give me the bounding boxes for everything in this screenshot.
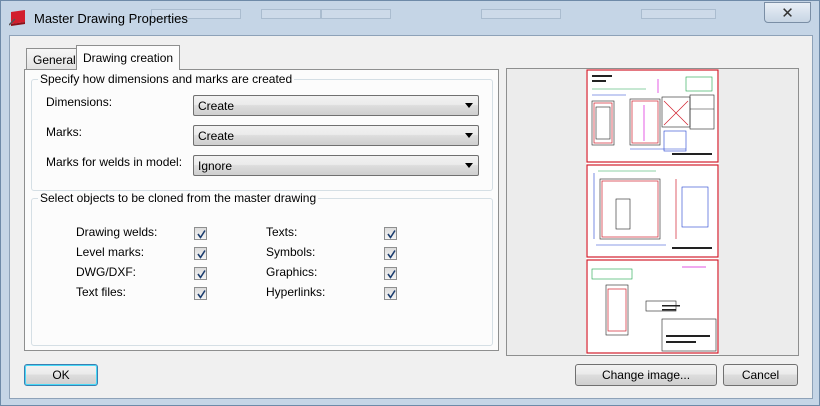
cancel-button[interactable]: Cancel [723,364,798,386]
checkmark-icon [387,290,396,299]
creation-options-group: Specify how dimensions and marks are cre… [31,72,493,191]
creation-group-title: Specify how dimensions and marks are cre… [38,72,295,86]
tab-general-label: General [33,53,76,67]
checkmark-icon [387,250,396,259]
text-files-label: Text files: [76,285,127,299]
tab-general[interactable]: General [26,48,83,69]
dimensions-value: Create [198,99,235,113]
title-bar: Master Drawing Properties ✕ [1,1,820,35]
dimensions-label: Dimensions: [46,95,113,109]
weld-marks-select[interactable]: Ignore [193,155,479,176]
drawing-creation-panel: Specify how dimensions and marks are cre… [24,69,499,351]
texts-checkbox[interactable] [384,227,397,240]
weld-marks-label: Marks for welds in model: [46,155,183,169]
checkmark-icon [197,270,206,279]
tab-drawing-creation[interactable]: Drawing creation [76,45,181,70]
level-marks-label: Level marks: [76,245,145,259]
chevron-down-icon [465,103,473,108]
close-icon: ✕ [781,4,794,22]
change-image-button[interactable]: Change image... [575,364,717,386]
dimensions-select[interactable]: Create [193,95,479,116]
clone-objects-group: Select objects to be cloned from the mas… [31,191,493,346]
checkmark-icon [197,290,206,299]
checkmark-icon [197,250,206,259]
level-marks-checkbox[interactable] [194,247,207,260]
close-button[interactable]: ✕ [764,2,811,23]
checkmark-icon [197,230,206,239]
app-icon [9,10,25,26]
weld-marks-value: Ignore [198,159,233,173]
hyperlinks-label: Hyperlinks: [266,285,326,299]
drawing-welds-checkbox[interactable] [194,227,207,240]
marks-label: Marks: [46,125,82,139]
drawing-welds-label: Drawing welds: [76,225,158,239]
chevron-down-icon [465,133,473,138]
texts-label: Texts: [266,225,298,239]
cancel-button-label: Cancel [741,368,780,382]
ok-button[interactable]: OK [24,364,98,386]
tab-drawing-creation-label: Drawing creation [83,51,174,65]
text-files-checkbox[interactable] [194,287,207,300]
graphics-checkbox[interactable] [384,267,397,280]
checkmark-icon [387,270,396,279]
master-drawing-properties-dialog: Master Drawing Properties ✕ General Draw… [0,0,820,406]
dialog-client-area: General Drawing creation Specify how dim… [9,35,813,399]
window-title: Master Drawing Properties [34,11,188,26]
checkmark-icon [387,230,396,239]
ok-button-label: OK [52,368,70,382]
dwg-dxf-label: DWG/DXF: [76,265,136,279]
symbols-label: Symbols: [266,245,316,259]
dwg-dxf-checkbox[interactable] [194,267,207,280]
hyperlinks-checkbox[interactable] [384,287,397,300]
drawing-preview-frame [506,68,799,356]
marks-select[interactable]: Create [193,125,479,146]
chevron-down-icon [465,163,473,168]
graphics-label: Graphics: [266,265,318,279]
change-image-button-label: Change image... [601,368,691,382]
symbols-checkbox[interactable] [384,247,397,260]
clone-group-title: Select objects to be cloned from the mas… [38,191,319,205]
marks-value: Create [198,129,235,143]
drawing-preview-image [586,69,719,355]
